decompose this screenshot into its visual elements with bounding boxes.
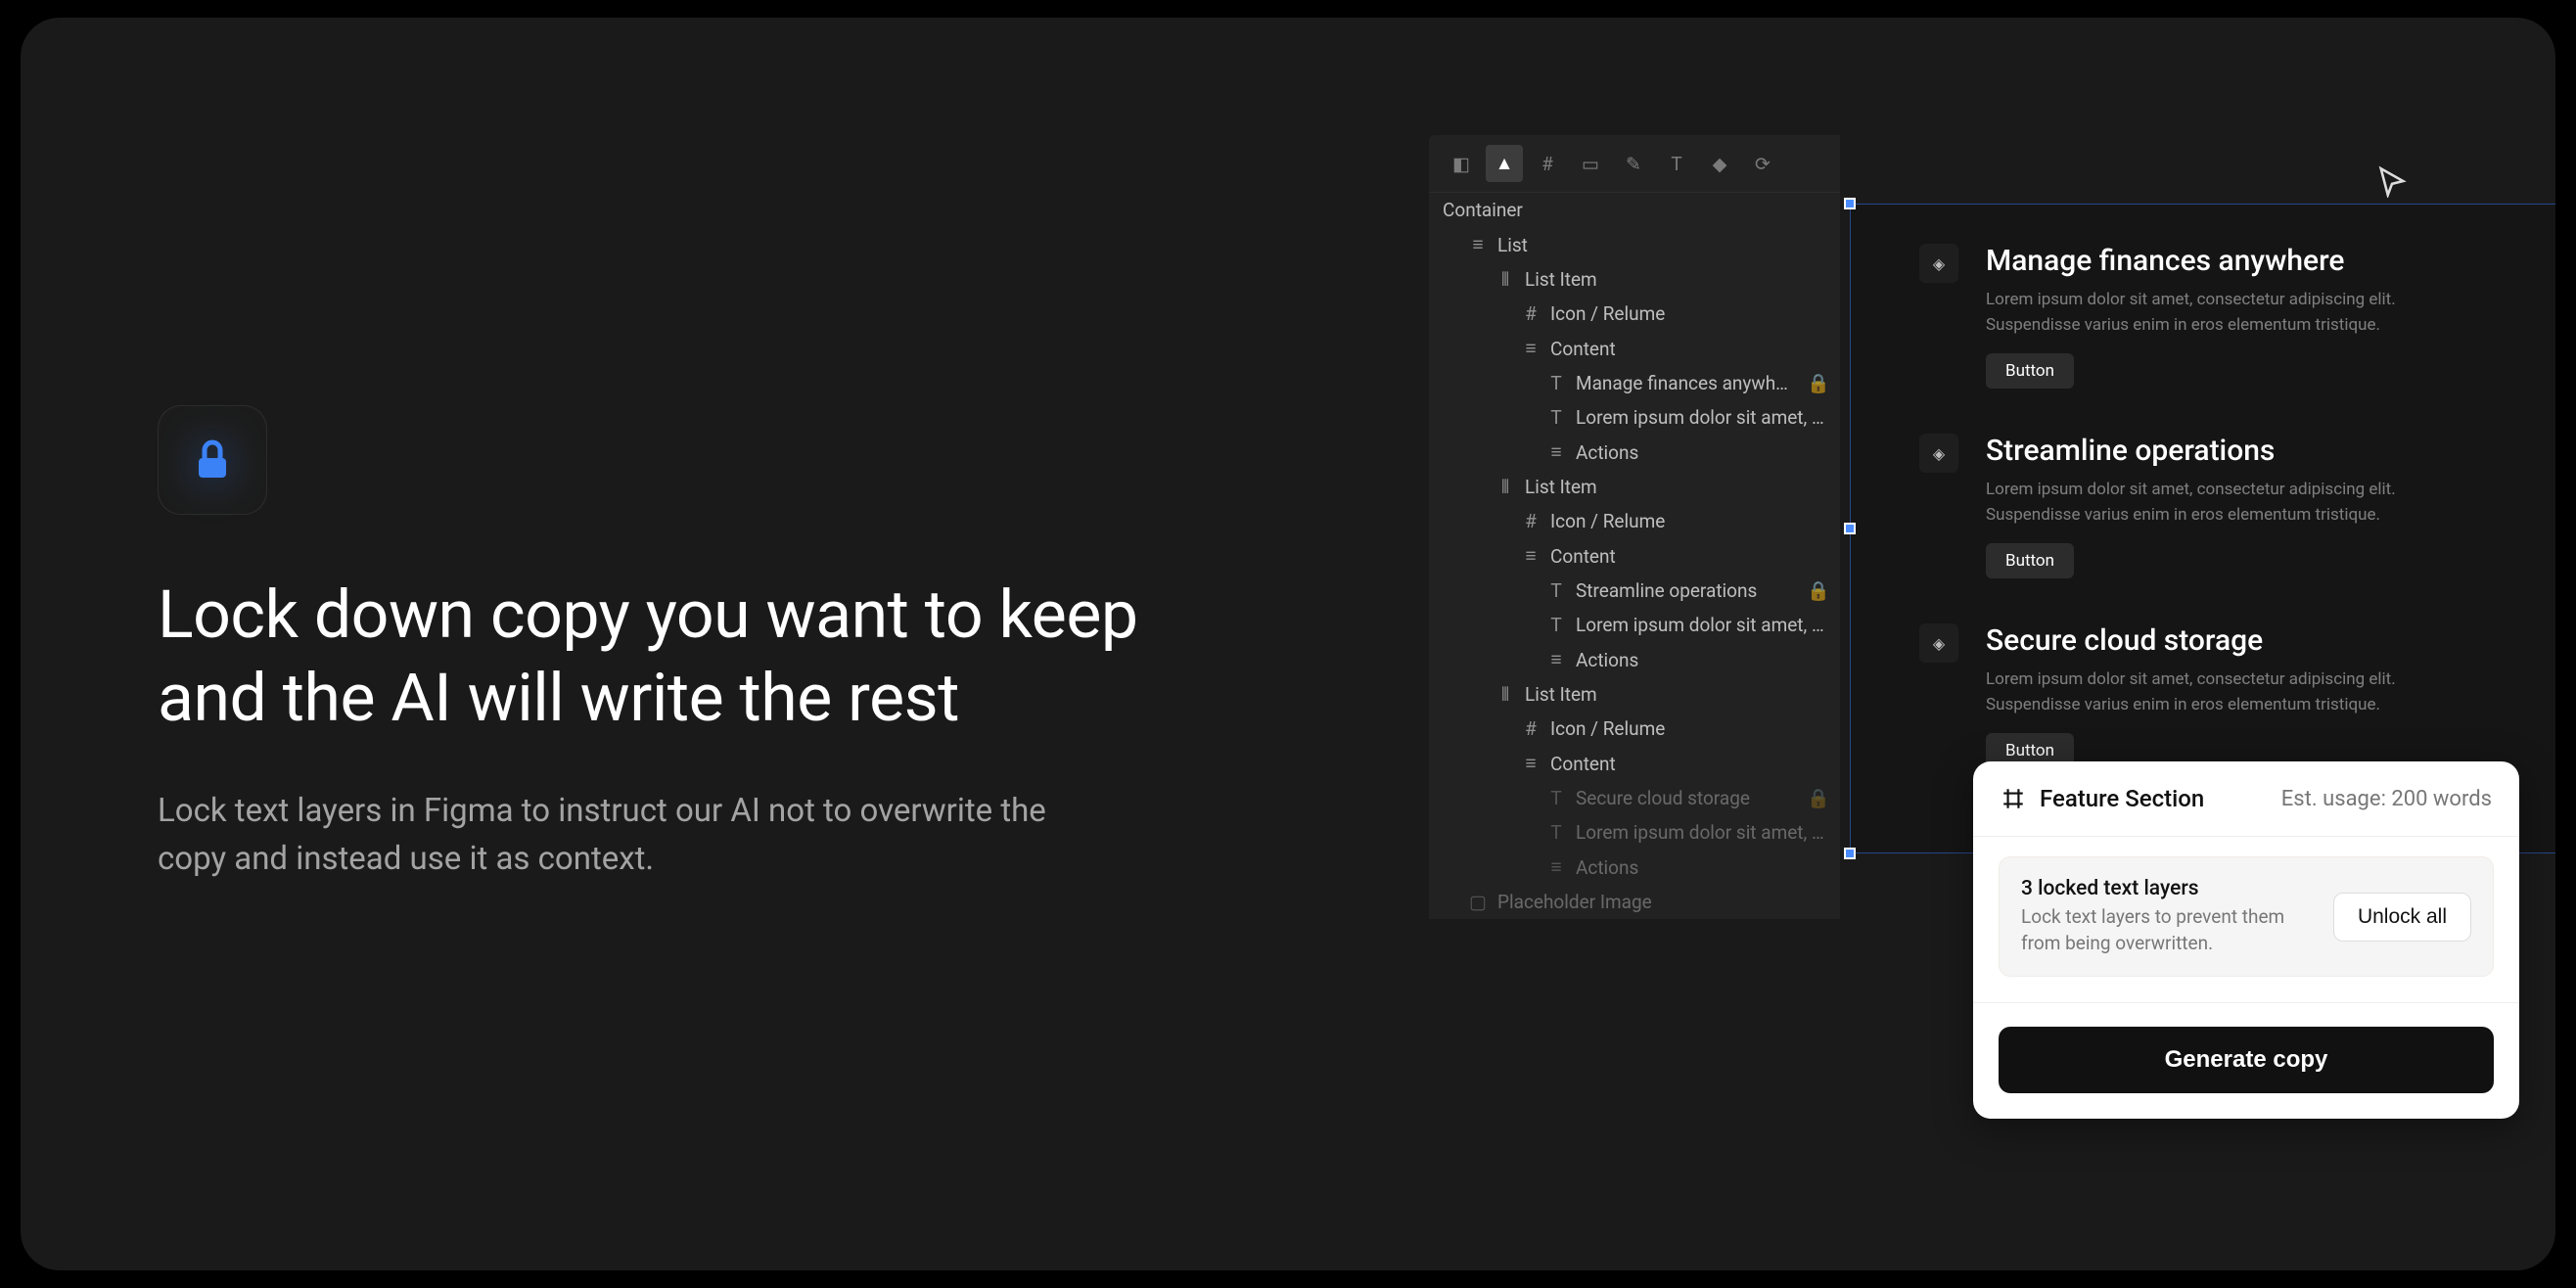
selection-handle[interactable]: [1844, 848, 1856, 859]
lock-icon: [189, 437, 236, 483]
tool-icon[interactable]: ◧: [1443, 145, 1480, 182]
lock-badge: [158, 405, 267, 515]
layer-placeholder-image[interactable]: ▢Placeholder Image: [1429, 885, 1840, 919]
feature-desc: Lorem ipsum dolor sit amet, consectetur …: [1986, 288, 2416, 338]
cube-icon: ◈: [1919, 434, 1958, 473]
hero-copy: Lock down copy you want to keep and the …: [21, 18, 1288, 1270]
lock-icon[interactable]: 🔒: [1807, 372, 1824, 394]
layer-text-title[interactable]: TStreamline operations🔒: [1429, 574, 1840, 608]
tool-component-icon[interactable]: ◆: [1701, 145, 1738, 182]
locked-layers-box: 3 locked text layers Lock text layers to…: [1999, 856, 2494, 977]
layer-text-title[interactable]: TManage finances anywhere🔒: [1429, 366, 1840, 400]
popup-title: Feature Section: [2040, 785, 2204, 812]
tool-frame-icon[interactable]: #: [1529, 145, 1566, 182]
layer-text-lorem[interactable]: TLorem ipsum dolor sit amet, conse...: [1429, 400, 1840, 435]
locked-desc: Lock text layers to prevent them from be…: [2021, 904, 2295, 956]
layer-content[interactable]: ≡Content: [1429, 746, 1840, 781]
tool-pen-icon[interactable]: ✎: [1615, 145, 1652, 182]
cube-icon: ◈: [1919, 623, 1958, 663]
layer-actions[interactable]: ≡Actions: [1429, 435, 1840, 470]
feature-desc: Lorem ipsum dolor sit amet, consectetur …: [1986, 667, 2416, 717]
popup-usage: Est. usage: 200 words: [2281, 787, 2492, 811]
cursor-icon: [2375, 164, 2409, 198]
layer-text-lorem[interactable]: TLorem ipsum dolor sit amet, conse...: [1429, 815, 1840, 850]
figma-layers-panel: ◧ ▲ # ▭ ✎ T ◆ ⟳ Container ≡List ⦀List It…: [1429, 135, 1840, 919]
feature-button[interactable]: Button: [1986, 543, 2074, 578]
layer-content[interactable]: ≡Content: [1429, 538, 1840, 574]
frame-icon: [2001, 786, 2026, 811]
layer-list[interactable]: ≡List: [1429, 227, 1840, 262]
feature-block: ◈ Manage finances anywhere Lorem ipsum d…: [1919, 244, 2555, 389]
popup-header: Feature Section Est. usage: 200 words: [1973, 761, 2519, 837]
ai-popup: Feature Section Est. usage: 200 words 3 …: [1973, 761, 2519, 1119]
feature-button[interactable]: Button: [1986, 353, 2074, 389]
tool-refresh-icon[interactable]: ⟳: [1744, 145, 1781, 182]
tool-text-icon[interactable]: T: [1658, 145, 1695, 182]
generate-copy-button[interactable]: Generate copy: [1999, 1027, 2494, 1093]
layer-actions[interactable]: ≡Actions: [1429, 850, 1840, 885]
layer-list-item[interactable]: ⦀List Item: [1429, 262, 1840, 297]
locked-count: 3 locked text layers: [2021, 877, 2295, 900]
layer-icon-relume[interactable]: #Icon / Relume: [1429, 712, 1840, 746]
layer-icon-relume[interactable]: #Icon / Relume: [1429, 297, 1840, 331]
feature-card: Lock down copy you want to keep and the …: [21, 18, 2555, 1270]
feature-block: ◈ Streamline operations Lorem ipsum dolo…: [1919, 434, 2555, 578]
layer-list-item[interactable]: ⦀List Item: [1429, 677, 1840, 712]
layer-list-item[interactable]: ⦀List Item: [1429, 470, 1840, 504]
feature-title: Streamline operations: [1986, 434, 2555, 468]
feature-title: Secure cloud storage: [1986, 623, 2555, 658]
feature-desc: Lorem ipsum dolor sit amet, consectetur …: [1986, 478, 2416, 528]
mock-area: ◧ ▲ # ▭ ✎ T ◆ ⟳ Container ≡List ⦀List It…: [1288, 18, 2555, 1270]
canvas-preview: ◈ Manage finances anywhere Lorem ipsum d…: [1850, 204, 2555, 853]
hero-subtitle: Lock text layers in Figma to instruct ou…: [158, 787, 1087, 884]
figma-toolbar: ◧ ▲ # ▭ ✎ T ◆ ⟳: [1429, 135, 1840, 193]
layer-icon-relume[interactable]: #Icon / Relume: [1429, 504, 1840, 538]
tool-move-icon[interactable]: ▲: [1486, 145, 1523, 182]
cube-icon: ◈: [1919, 244, 1958, 283]
layer-content[interactable]: ≡Content: [1429, 331, 1840, 366]
layer-container[interactable]: Container: [1429, 193, 1840, 227]
tool-shape-icon[interactable]: ▭: [1572, 145, 1609, 182]
feature-block: ◈ Secure cloud storage Lorem ipsum dolor…: [1919, 623, 2555, 768]
lock-icon[interactable]: 🔒: [1807, 579, 1824, 602]
layer-actions[interactable]: ≡Actions: [1429, 642, 1840, 677]
feature-title: Manage finances anywhere: [1986, 244, 2555, 278]
unlock-all-button[interactable]: Unlock all: [2333, 893, 2471, 942]
lock-icon[interactable]: 🔒: [1807, 787, 1824, 809]
layer-text-lorem[interactable]: TLorem ipsum dolor sit amet, conse...: [1429, 608, 1840, 642]
selection-handle[interactable]: [1844, 523, 1856, 534]
selection-handle[interactable]: [1844, 198, 1856, 209]
hero-headline: Lock down copy you want to keep and the …: [158, 574, 1210, 740]
layer-text-title[interactable]: TSecure cloud storage🔒: [1429, 781, 1840, 815]
